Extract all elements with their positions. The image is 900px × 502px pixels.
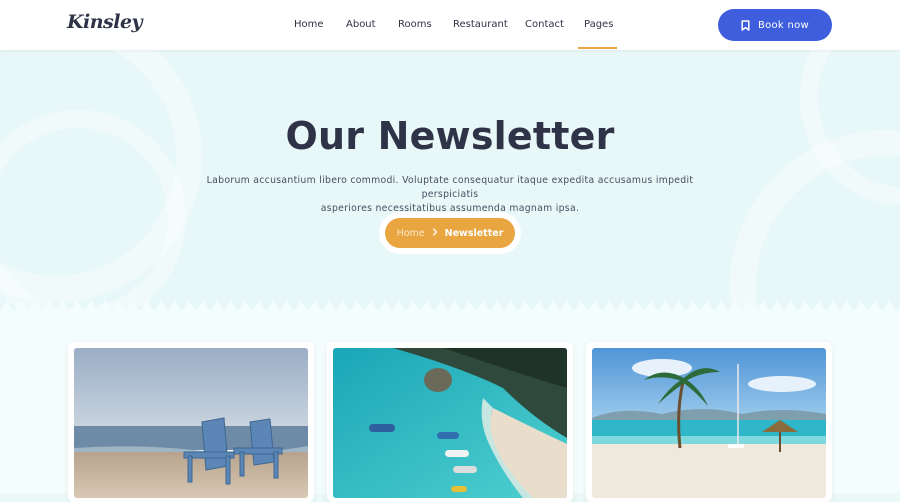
page-title: Our Newsletter [285, 114, 615, 158]
nav-item-pages[interactable]: Pages [584, 19, 613, 30]
breadcrumb-current: Newsletter [444, 227, 504, 239]
beach-chairs-photo [74, 348, 308, 498]
chevron-right-icon [432, 227, 438, 239]
nav-item-rooms[interactable]: Rooms [398, 19, 432, 30]
newsletter-card[interactable] [327, 342, 573, 502]
page-hero: Our Newsletter Laborum accusantium liber… [0, 50, 900, 310]
page-description: Laborum accusantium libero commodi. Volu… [190, 174, 710, 216]
nav-active-indicator [578, 47, 617, 49]
breadcrumb-home-link[interactable]: Home [397, 228, 425, 239]
nav-item-restaurant[interactable]: Restaurant [453, 19, 508, 30]
newsletter-card[interactable] [68, 342, 314, 502]
book-now-button[interactable]: Book now [718, 9, 832, 41]
bookmark-icon [741, 19, 750, 31]
breadcrumb: Home Newsletter [385, 218, 515, 248]
nav-item-home[interactable]: Home [294, 19, 324, 30]
site-logo[interactable]: Kinsley [67, 11, 143, 33]
site-header: Kinsley Home About Rooms Restaurant Cont… [0, 0, 900, 50]
aerial-boats-photo [333, 348, 567, 498]
book-now-label: Book now [757, 19, 810, 31]
nav-item-contact[interactable]: Contact [525, 19, 564, 30]
palm-beach-photo [592, 348, 826, 498]
breadcrumb-wrapper: Home Newsletter [379, 212, 521, 254]
nav-item-about[interactable]: About [346, 19, 376, 30]
newsletter-card[interactable] [586, 342, 832, 502]
description-line: Laborum accusantium libero commodi. Volu… [206, 175, 694, 200]
